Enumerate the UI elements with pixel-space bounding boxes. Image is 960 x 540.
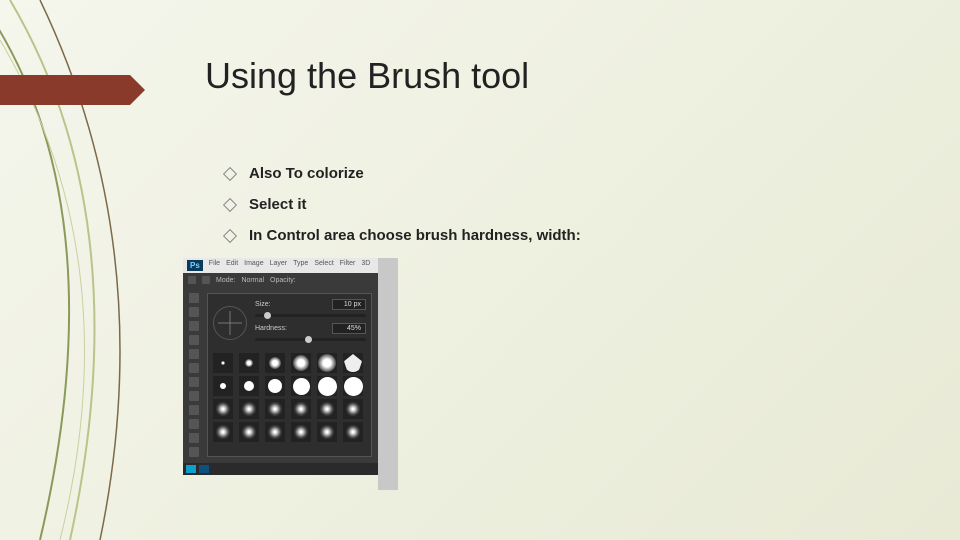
ps-menubar: Ps File Edit Image Layer Type Select Fil… — [183, 258, 378, 273]
canvas-edge — [378, 258, 398, 490]
tool-button[interactable] — [189, 447, 199, 457]
tool-button[interactable] — [189, 419, 199, 429]
brush-preset[interactable] — [343, 353, 363, 373]
background-swatch[interactable] — [199, 465, 209, 473]
menu-item[interactable]: 3D — [361, 260, 370, 271]
brush-preset[interactable] — [291, 422, 311, 442]
tool-button[interactable] — [189, 335, 199, 345]
slide-title: Using the Brush tool — [205, 55, 529, 97]
bullet-icon — [223, 228, 237, 242]
bullet-list: Also To colorize Select it In Control ar… — [225, 165, 581, 258]
brush-preset[interactable] — [213, 422, 233, 442]
menu-item[interactable]: Filter — [340, 260, 356, 271]
opacity-label: Opacity: — [270, 277, 296, 284]
size-slider[interactable] — [255, 314, 366, 317]
list-item: Also To colorize — [225, 165, 581, 182]
brush-preset[interactable] — [343, 399, 363, 419]
tool-button[interactable] — [189, 307, 199, 317]
brush-preset[interactable] — [291, 399, 311, 419]
brush-preset[interactable] — [291, 353, 311, 373]
bullet-text: In Control area choose brush hardness, w… — [249, 227, 581, 244]
brush-preset[interactable] — [343, 422, 363, 442]
bullet-icon — [223, 166, 237, 180]
tool-button[interactable] — [189, 293, 199, 303]
brush-preset[interactable] — [239, 399, 259, 419]
brush-preset[interactable] — [213, 353, 233, 373]
bullet-text: Also To colorize — [249, 165, 364, 182]
tool-button[interactable] — [189, 349, 199, 359]
ps-options-bar: Mode: Normal Opacity: — [183, 273, 378, 287]
menu-item[interactable]: Layer — [270, 260, 288, 271]
menu-item[interactable]: Select — [314, 260, 333, 271]
tool-button[interactable] — [189, 321, 199, 331]
brush-preset[interactable] — [239, 422, 259, 442]
brush-preset[interactable] — [317, 353, 337, 373]
brush-preset[interactable] — [265, 399, 285, 419]
brush-preset[interactable] — [317, 399, 337, 419]
bullet-icon — [223, 197, 237, 211]
brush-preset-grid — [213, 353, 366, 442]
brush-angle-control[interactable] — [213, 306, 247, 340]
hardness-slider[interactable] — [255, 338, 366, 341]
hardness-input[interactable]: 45% — [332, 323, 366, 334]
brush-preset[interactable] — [265, 353, 285, 373]
brush-preset[interactable] — [239, 353, 259, 373]
brush-preset[interactable] — [317, 376, 337, 396]
size-label: Size: — [255, 301, 271, 308]
tool-button[interactable] — [189, 377, 199, 387]
brush-preset[interactable] — [291, 376, 311, 396]
size-input[interactable]: 10 px — [332, 299, 366, 310]
brush-icon[interactable] — [188, 276, 196, 284]
brush-preset[interactable] — [343, 376, 363, 396]
brush-settings-popup: Size: 10 px Hardness: 45% — [207, 293, 372, 457]
tool-button[interactable] — [189, 433, 199, 443]
tool-button[interactable] — [189, 405, 199, 415]
menu-item[interactable]: Edit — [226, 260, 238, 271]
brush-preset[interactable] — [265, 376, 285, 396]
ps-color-swatches — [183, 463, 378, 475]
photoshop-panel: Ps File Edit Image Layer Type Select Fil… — [183, 258, 378, 475]
ps-logo: Ps — [187, 260, 203, 271]
brush-preset[interactable] — [265, 422, 285, 442]
brush-preset[interactable] — [317, 422, 337, 442]
mode-value[interactable]: Normal — [241, 277, 264, 284]
brush-preset-icon[interactable] — [202, 276, 210, 284]
list-item: Select it — [225, 196, 581, 213]
list-item: In Control area choose brush hardness, w… — [225, 227, 581, 244]
brush-preset[interactable] — [239, 376, 259, 396]
bullet-text: Select it — [249, 196, 307, 213]
brush-preset[interactable] — [213, 399, 233, 419]
hardness-label: Hardness: — [255, 325, 287, 332]
accent-ribbon — [0, 75, 130, 105]
foreground-swatch[interactable] — [186, 465, 196, 473]
menu-item[interactable]: File — [209, 260, 220, 271]
brush-preset[interactable] — [213, 376, 233, 396]
tool-button[interactable] — [189, 363, 199, 373]
menu-item[interactable]: Type — [293, 260, 308, 271]
mode-label: Mode: — [216, 277, 235, 284]
ps-toolbar — [189, 293, 201, 457]
menu-item[interactable]: Image — [244, 260, 263, 271]
tool-button[interactable] — [189, 391, 199, 401]
